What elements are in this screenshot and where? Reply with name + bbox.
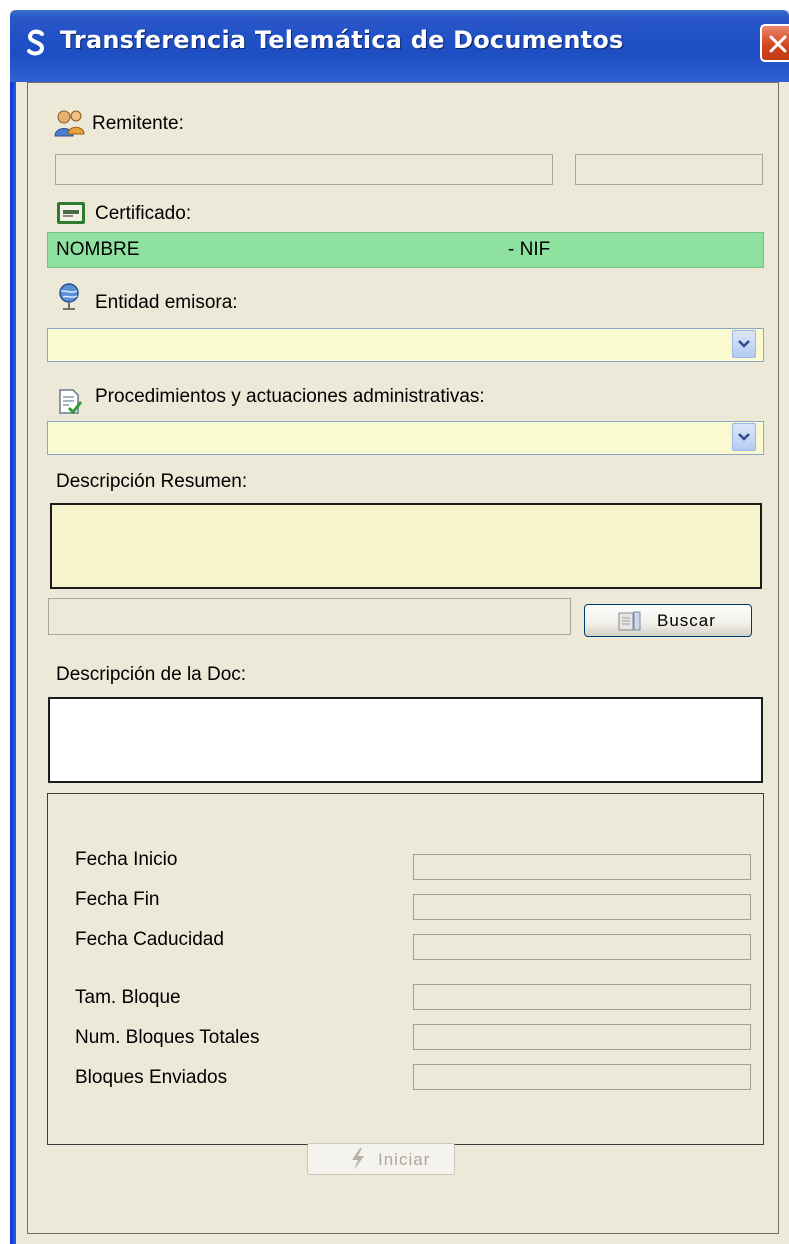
entidad-select[interactable] [47, 328, 764, 362]
procedimientos-label: Procedimientos y actuaciones administrat… [95, 386, 485, 407]
window-title: Transferencia Telemática de Documentos [60, 26, 624, 54]
certificate-nif: - NIF [508, 239, 551, 260]
certificate-name: NOMBRE [56, 239, 140, 260]
window-border [10, 82, 16, 1244]
iniciar-label: Iniciar [378, 1150, 431, 1169]
descripcion-doc-label: Descripción de la Doc: [56, 664, 247, 685]
buscar-label: Buscar [657, 611, 716, 630]
procedimientos-dropdown-button[interactable] [732, 423, 756, 451]
buscar-button[interactable]: Buscar [584, 604, 752, 637]
iniciar-button[interactable]: Iniciar [307, 1143, 455, 1175]
bloques-enviados-field [413, 1064, 751, 1090]
certificate-field[interactable]: NOMBRE - NIF [47, 232, 764, 268]
remitente-id-field[interactable] [575, 154, 763, 185]
chevron-down-icon [738, 433, 750, 441]
file-path-field[interactable] [48, 598, 571, 635]
folder-search-icon [618, 611, 641, 631]
fecha-fin-field [413, 894, 751, 920]
globe-icon [59, 283, 79, 310]
transfer-info-panel: Fecha Inicio Fecha Fin Fecha Caducidad T… [47, 793, 764, 1145]
document-check-icon [59, 389, 83, 415]
title-bar[interactable]: Transferencia Telemática de Documentos [10, 10, 789, 82]
lightning-icon [352, 1148, 364, 1170]
descripcion-resumen-label: Descripción Resumen: [56, 471, 248, 492]
chevron-down-icon [738, 340, 750, 348]
entidad-label: Entidad emisora: [95, 292, 238, 313]
procedimientos-select[interactable] [47, 421, 764, 455]
descripcion-doc-textarea[interactable] [48, 697, 763, 783]
remitente-label: Remitente: [92, 113, 184, 134]
num-bloques-label: Num. Bloques Totales [75, 1027, 260, 1048]
close-button[interactable] [760, 24, 789, 62]
certificate-icon [57, 202, 85, 224]
num-bloques-field [413, 1024, 751, 1050]
app-logo-icon [27, 29, 45, 56]
users-icon [54, 110, 85, 137]
certificado-label: Certificado: [95, 203, 192, 224]
remitente-name-field[interactable] [55, 154, 553, 185]
tam-bloque-field [413, 984, 751, 1010]
fecha-inicio-field [413, 854, 751, 880]
fecha-inicio-label: Fecha Inicio [75, 849, 178, 870]
bloques-enviados-label: Bloques Enviados [75, 1067, 228, 1088]
fecha-caducidad-label: Fecha Caducidad [75, 929, 224, 950]
tam-bloque-label: Tam. Bloque [75, 987, 181, 1008]
fecha-caducidad-field [413, 934, 751, 960]
descripcion-resumen-textarea[interactable] [50, 503, 762, 589]
entidad-dropdown-button[interactable] [732, 330, 756, 358]
close-icon [769, 35, 787, 53]
fecha-fin-label: Fecha Fin [75, 889, 160, 910]
